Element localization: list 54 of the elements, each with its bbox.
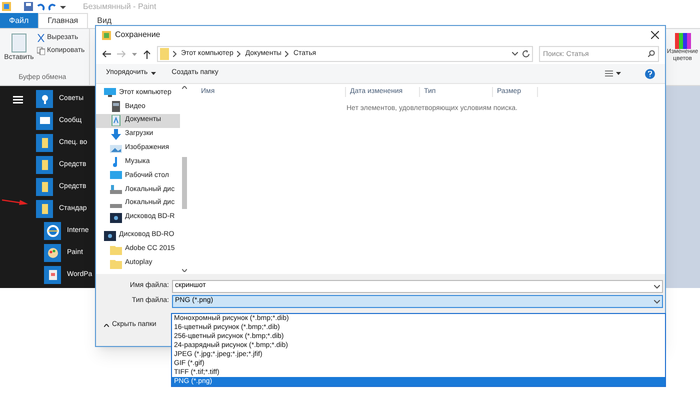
help-button[interactable] bbox=[645, 68, 655, 78]
pointer-arrow-icon bbox=[2, 198, 28, 206]
paint-app-icon bbox=[102, 30, 111, 40]
dropdown-caret-icon bbox=[654, 300, 660, 304]
caret-up-icon bbox=[182, 86, 187, 89]
dropdown-caret-icon bbox=[60, 4, 66, 10]
caret-down-icon bbox=[182, 269, 187, 272]
list-view-icon bbox=[605, 70, 613, 77]
save-icon bbox=[24, 2, 33, 11]
computer-icon bbox=[104, 87, 116, 98]
close-button[interactable] bbox=[651, 31, 659, 39]
copy-icon bbox=[37, 46, 45, 55]
forward-arrow-icon bbox=[117, 50, 126, 58]
document-icon bbox=[110, 115, 122, 126]
close-icon bbox=[651, 31, 659, 39]
up-arrow-icon bbox=[143, 50, 151, 58]
menu-icon bbox=[13, 96, 23, 104]
ribbon-tab[interactable]: Вид bbox=[88, 13, 121, 28]
palette-icon bbox=[46, 246, 60, 260]
film-icon bbox=[110, 101, 122, 112]
folder-icon bbox=[110, 244, 122, 255]
monitor-icon bbox=[110, 170, 122, 182]
caret-icon bbox=[616, 72, 621, 75]
scissors-icon bbox=[37, 34, 45, 42]
dropdown-caret-icon bbox=[512, 52, 518, 56]
color-palette-icon bbox=[674, 33, 690, 49]
back-arrow-icon bbox=[102, 50, 111, 58]
chevron-icon bbox=[285, 51, 290, 57]
drive-icon bbox=[110, 184, 122, 196]
window-title: Безымянный - Paint bbox=[83, 0, 156, 12]
disc-drive-icon bbox=[110, 212, 122, 224]
ribbon-tab[interactable]: Файл bbox=[0, 13, 38, 28]
search-icon bbox=[648, 50, 655, 57]
dialog-title: Сохранение bbox=[115, 29, 160, 41]
picture-icon bbox=[110, 142, 122, 154]
disc-drive-icon bbox=[104, 230, 116, 241]
ribbon-tab[interactable]: Главная bbox=[38, 13, 88, 28]
caret-up-icon bbox=[104, 324, 109, 327]
chevron-icon bbox=[237, 51, 242, 57]
clipboard-icon bbox=[11, 33, 27, 53]
question-mark-icon bbox=[648, 70, 652, 76]
refresh-icon bbox=[522, 50, 530, 58]
globe-e-icon bbox=[46, 224, 60, 238]
down-arrow-icon bbox=[110, 128, 122, 140]
chevron-icon bbox=[173, 51, 177, 57]
caret-icon bbox=[150, 72, 156, 75]
dropdown-caret-icon bbox=[654, 284, 660, 288]
view-options-button[interactable] bbox=[605, 70, 621, 77]
folder-icon bbox=[160, 48, 169, 60]
folder-icon bbox=[110, 258, 122, 269]
caret-icon bbox=[132, 52, 137, 56]
undo-icon bbox=[36, 2, 45, 11]
redo-icon bbox=[48, 2, 57, 11]
paint-app-icon bbox=[2, 2, 11, 11]
